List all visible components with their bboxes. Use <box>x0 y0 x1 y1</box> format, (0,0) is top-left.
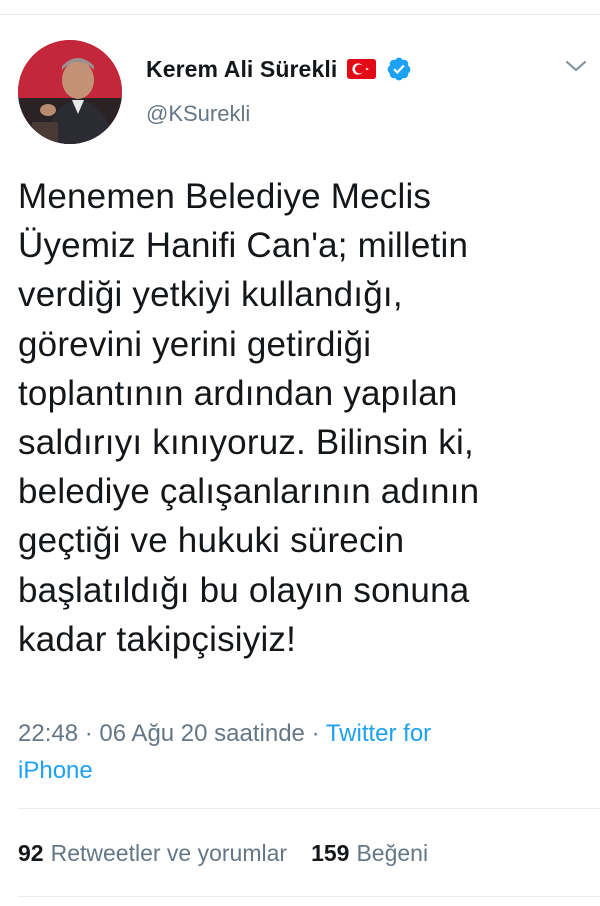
tweet-text-line: görevini yerini getirdiği <box>18 324 372 364</box>
meta-separator: · <box>304 720 326 747</box>
tweet-source-link-cont[interactable]: iPhone <box>18 757 93 784</box>
tweet-stats: 92 Retweetler ve yorumlar 159 Beğeni <box>18 840 428 867</box>
tweet-meta: 22:48 · 06 Ağu 20 saatinde · Twitter for… <box>18 715 588 789</box>
top-divider <box>0 14 600 15</box>
author-display-name[interactable]: Kerem Ali Sürekli <box>146 56 337 83</box>
tweet-text-line: toplantının ardından yapılan <box>18 373 458 413</box>
likes-stat[interactable]: 159 Beğeni <box>311 840 428 867</box>
tweet-text-line: kadar takipçisiyiz! <box>18 619 297 659</box>
likes-count: 159 <box>311 840 350 866</box>
retweets-count: 92 <box>18 840 44 866</box>
tweet-source-link[interactable]: Twitter for <box>326 720 431 747</box>
divider <box>18 896 600 897</box>
author-name-row[interactable]: Kerem Ali Sürekli <box>146 52 412 86</box>
avatar-image <box>18 40 122 144</box>
tweet-time[interactable]: 22:48 <box>18 720 78 747</box>
divider <box>18 808 600 809</box>
tweet-text-line: Üyemiz Hanifi Can'a; milletin <box>18 226 469 266</box>
tweet-text-line: başlatıldığı bu olayın sonuna <box>18 570 470 610</box>
tweet-text-line: belediye çalışanlarının adının <box>18 472 480 512</box>
tweet-date[interactable]: 06 Ağu 20 saatinde <box>99 720 305 747</box>
tweet-text-line: geçtiği ve hukuki sürecin <box>18 521 405 561</box>
avatar[interactable] <box>18 40 122 144</box>
likes-label: Beğeni <box>356 840 429 866</box>
retweets-stat[interactable]: 92 Retweetler ve yorumlar <box>18 840 287 867</box>
tweet-text-line: verdiği yetkiyi kullandığı, <box>18 275 403 315</box>
chevron-down-icon[interactable] <box>563 56 589 76</box>
author-handle[interactable]: @KSurekli <box>146 101 250 127</box>
meta-separator: · <box>78 720 100 747</box>
turkish-flag-icon <box>347 59 377 79</box>
retweets-label: Retweetler ve yorumlar <box>50 840 288 866</box>
tweet-text-line: Menemen Belediye Meclis <box>18 177 432 216</box>
tweet-text: Menemen Belediye Meclis Üyemiz Hanifi Ca… <box>18 172 588 664</box>
verified-badge-icon <box>386 56 412 82</box>
tweet-text-line: saldırıyı kınıyoruz. Bilinsin ki, <box>18 423 474 463</box>
